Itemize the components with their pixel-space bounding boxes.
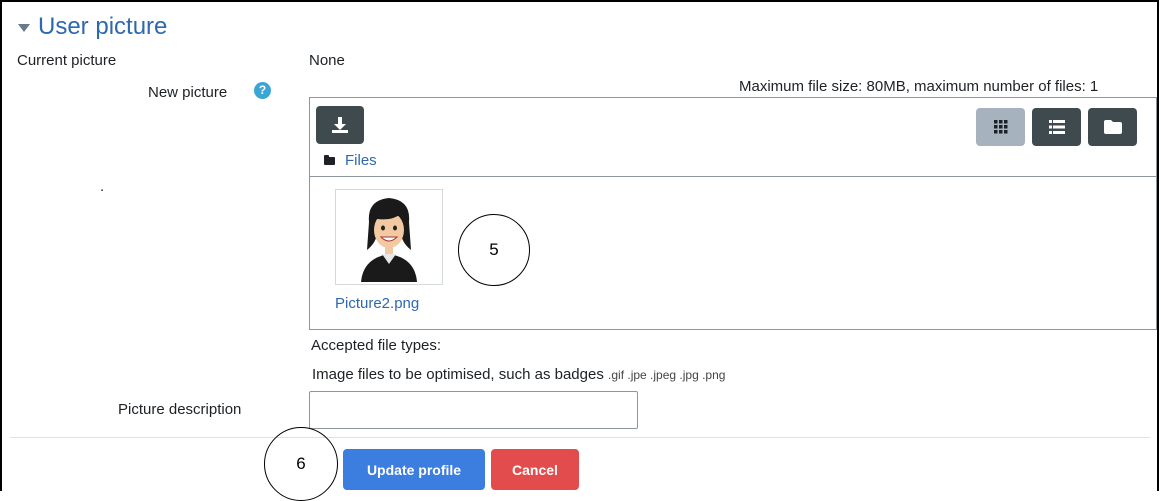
current-picture-label: Current picture: [17, 52, 117, 69]
file-name-link[interactable]: Picture2.png: [335, 295, 419, 312]
picture-description-input[interactable]: [309, 391, 638, 429]
grid-view-button[interactable]: [976, 108, 1025, 146]
accepted-types-label: Accepted file types:: [311, 337, 442, 354]
list-view-icon: [1048, 120, 1065, 134]
folder-icon: [324, 154, 335, 165]
update-profile-button[interactable]: Update profile: [343, 449, 485, 490]
callout-5: 5: [458, 214, 530, 286]
divider: [10, 437, 1150, 438]
files-breadcrumb[interactable]: Files: [324, 152, 377, 169]
list-view-button[interactable]: [1032, 108, 1081, 146]
cancel-button[interactable]: Cancel: [491, 449, 579, 490]
file-limits-text: Maximum file size: 80MB, maximum number …: [739, 78, 1099, 95]
accepted-types-extensions: .gif .jpe .jpeg .jpg .png: [608, 368, 726, 382]
file-manager-toolbar: Files: [310, 98, 1156, 177]
file-manager: Files Picture2.png: [309, 97, 1157, 330]
stray-mark: .: [100, 178, 105, 195]
add-file-button[interactable]: [316, 106, 364, 144]
grid-view-icon: [993, 120, 1007, 134]
current-picture-value: None: [309, 52, 345, 69]
folder-view-icon: [1103, 120, 1122, 134]
help-icon[interactable]: ?: [254, 82, 271, 99]
caret-down-icon: [18, 24, 30, 32]
new-picture-label: New picture: [148, 84, 228, 101]
section-header-user-picture[interactable]: User picture: [18, 13, 167, 41]
accepted-types-description: Image files to be optimised, such as bad…: [312, 366, 604, 383]
picture-description-label: Picture description: [118, 401, 242, 418]
accepted-types-line: Image files to be optimised, such as bad…: [312, 366, 725, 383]
folder-view-button[interactable]: [1088, 108, 1137, 146]
section-title: User picture: [38, 13, 168, 40]
download-icon: [332, 117, 348, 133]
file-thumbnail[interactable]: [335, 189, 443, 285]
avatar-image: [361, 198, 417, 282]
callout-6: 6: [264, 427, 338, 501]
files-breadcrumb-label: Files: [345, 152, 377, 169]
